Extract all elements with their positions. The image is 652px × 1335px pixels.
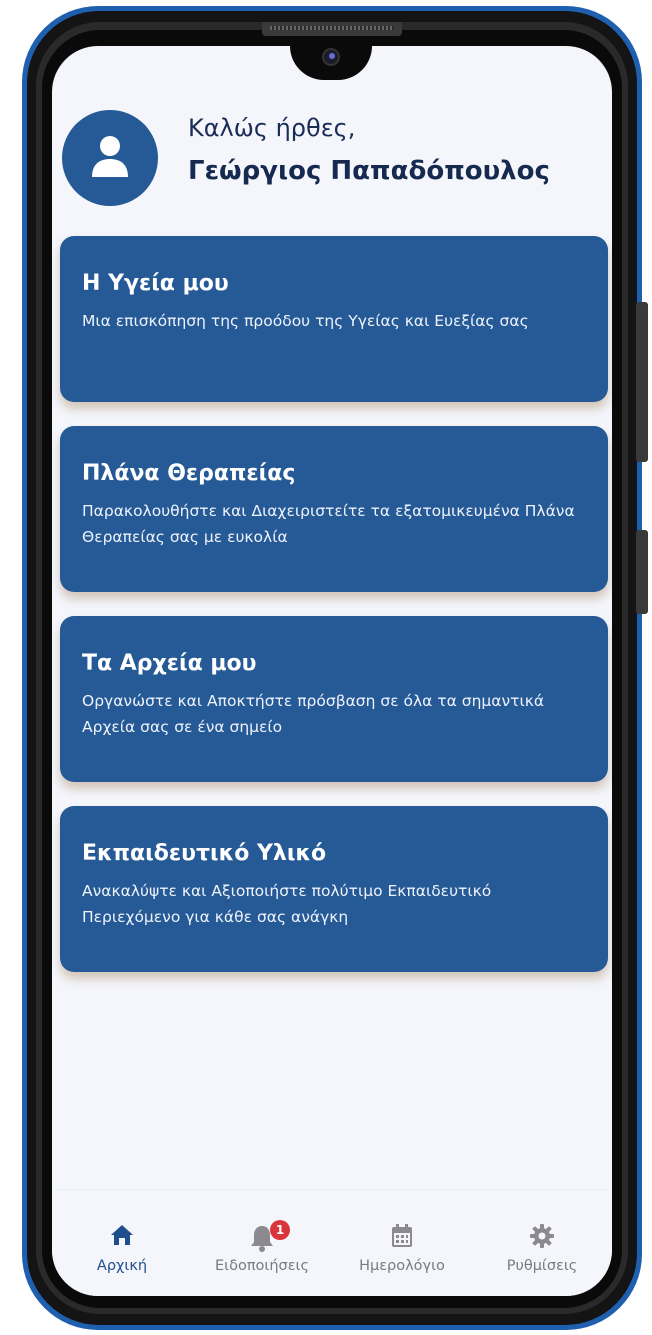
camera-icon — [322, 48, 340, 66]
app-screen: Καλώς ήρθες, Γεώργιος Παπαδόπουλος Η Υγε… — [52, 46, 612, 1296]
user-icon — [92, 136, 128, 177]
nav-settings[interactable]: Ρυθμίσεις — [472, 1190, 612, 1296]
nav-calendar[interactable]: Ημερολόγιο — [332, 1190, 472, 1296]
card-my-files[interactable]: Τα Αρχεία μου Οργανώστε και Αποκτήστε πρ… — [60, 616, 608, 782]
card-treatment-plans[interactable]: Πλάνα Θεραπείας Παρακολουθήστε και Διαχε… — [60, 426, 608, 592]
welcome-header: Καλώς ήρθες, Γεώργιος Παπαδόπουλος — [62, 110, 602, 220]
nav-home[interactable]: Αρχική — [52, 1190, 192, 1296]
gear-icon — [472, 1224, 612, 1254]
home-icon — [52, 1224, 192, 1254]
card-educational-material[interactable]: Εκπαιδευτικό Υλικό Ανακαλύψτε και Αξιοπο… — [60, 806, 608, 972]
card-description: Οργανώστε και Αποκτήστε πρόσβαση σε όλα … — [82, 692, 545, 736]
volume-button — [636, 302, 648, 462]
card-description: Παρακολουθήστε και Διαχειριστείτε τα εξα… — [82, 502, 575, 546]
power-button — [636, 530, 648, 614]
card-description: Ανακαλύψτε και Αξιοποιήστε πολύτιμο Εκπα… — [82, 882, 492, 926]
card-title: Τα Αρχεία μου — [82, 651, 257, 676]
welcome-text: Καλώς ήρθες, — [188, 114, 356, 142]
avatar[interactable] — [62, 110, 158, 206]
nav-calendar-label: Ημερολόγιο — [359, 1258, 445, 1274]
nav-home-label: Αρχική — [96, 1258, 148, 1274]
nav-notifications-label: Ειδοποιήσεις — [215, 1258, 309, 1274]
calendar-icon — [332, 1224, 472, 1254]
nav-settings-label: Ρυθμίσεις — [506, 1258, 578, 1274]
card-title: Πλάνα Θεραπείας — [82, 461, 296, 486]
speaker-grille — [262, 22, 402, 36]
card-my-health[interactable]: Η Υγεία μου Μια επισκόπηση της προόδου τ… — [60, 236, 608, 402]
card-description: Μια επισκόπηση της προόδου της Υγείας κα… — [82, 312, 529, 330]
camera-notch — [290, 46, 372, 80]
notification-badge: 1 — [270, 1220, 290, 1240]
nav-notifications[interactable]: 1 Ειδοποιήσεις — [192, 1190, 332, 1296]
bottom-navigation: Αρχική 1 Ειδοποιήσεις Ημερολόγιο Ρυθμίσε… — [52, 1189, 612, 1296]
bell-icon: 1 — [192, 1220, 332, 1254]
card-title: Εκπαιδευτικό Υλικό — [82, 841, 327, 866]
user-name: Γεώργιος Παπαδόπουλος — [188, 156, 550, 186]
card-title: Η Υγεία μου — [82, 271, 229, 296]
